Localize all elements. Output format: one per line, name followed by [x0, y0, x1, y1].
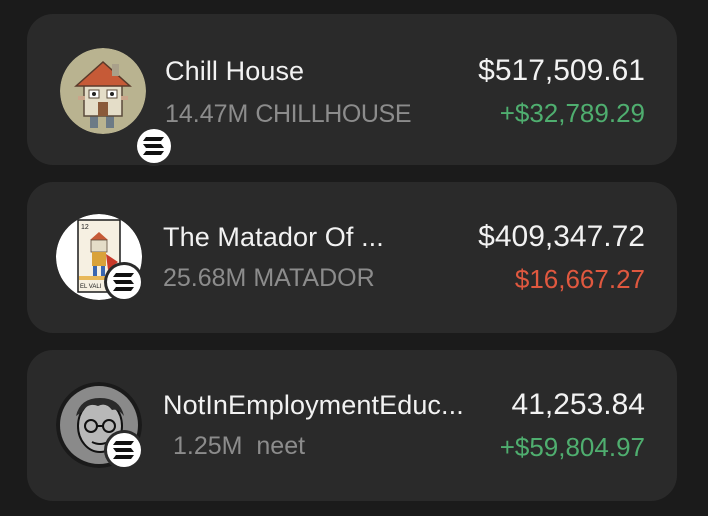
token-name: NotInEmploymentEduc...	[163, 390, 464, 420]
token-row-matador[interactable]: 12 EL VALI The Matador Of ... 25.68M MAT…	[27, 182, 677, 333]
token-symbol: MATADOR	[253, 264, 375, 292]
token-holding: 25.68M MATADOR	[163, 264, 375, 293]
token-name: The Matador Of ...	[163, 222, 384, 252]
token-amount: 14.47M	[165, 100, 249, 128]
token-symbol: neet	[256, 432, 306, 460]
token-avatar: 12 EL VALI	[56, 214, 144, 302]
solana-icon	[134, 126, 174, 166]
solana-icon	[104, 262, 144, 302]
token-avatar	[60, 48, 174, 166]
token-pnl: $16,667.27	[514, 264, 645, 294]
token-amount: 25.68M	[163, 264, 247, 292]
token-holding: 14.47M CHILLHOUSE	[165, 100, 412, 129]
token-list: Chill House 14.47M CHILLHOUSE $517,509.6…	[0, 0, 708, 516]
token-value: 41,253.84	[511, 388, 645, 421]
token-row-neet[interactable]: NotInEmploymentEduc... 1.25M neet 41,253…	[27, 350, 677, 501]
token-value: $517,509.61	[478, 54, 645, 87]
token-avatar	[56, 382, 144, 470]
token-amount: 1.25M	[173, 432, 243, 460]
token-name: Chill House	[165, 56, 305, 86]
token-pnl: +$32,789.29	[499, 98, 645, 128]
token-pnl: +$59,804.97	[499, 432, 645, 462]
matador-card-caption: EL VALI	[80, 284, 102, 290]
token-value: $409,347.72	[478, 220, 645, 253]
token-holding: 1.25M neet	[173, 432, 305, 461]
svg-text:12: 12	[81, 224, 89, 231]
token-symbol: CHILLHOUSE	[255, 100, 412, 128]
house-character-icon	[60, 48, 146, 134]
solana-icon	[104, 430, 144, 470]
token-row-chillhouse[interactable]: Chill House 14.47M CHILLHOUSE $517,509.6…	[27, 14, 677, 166]
